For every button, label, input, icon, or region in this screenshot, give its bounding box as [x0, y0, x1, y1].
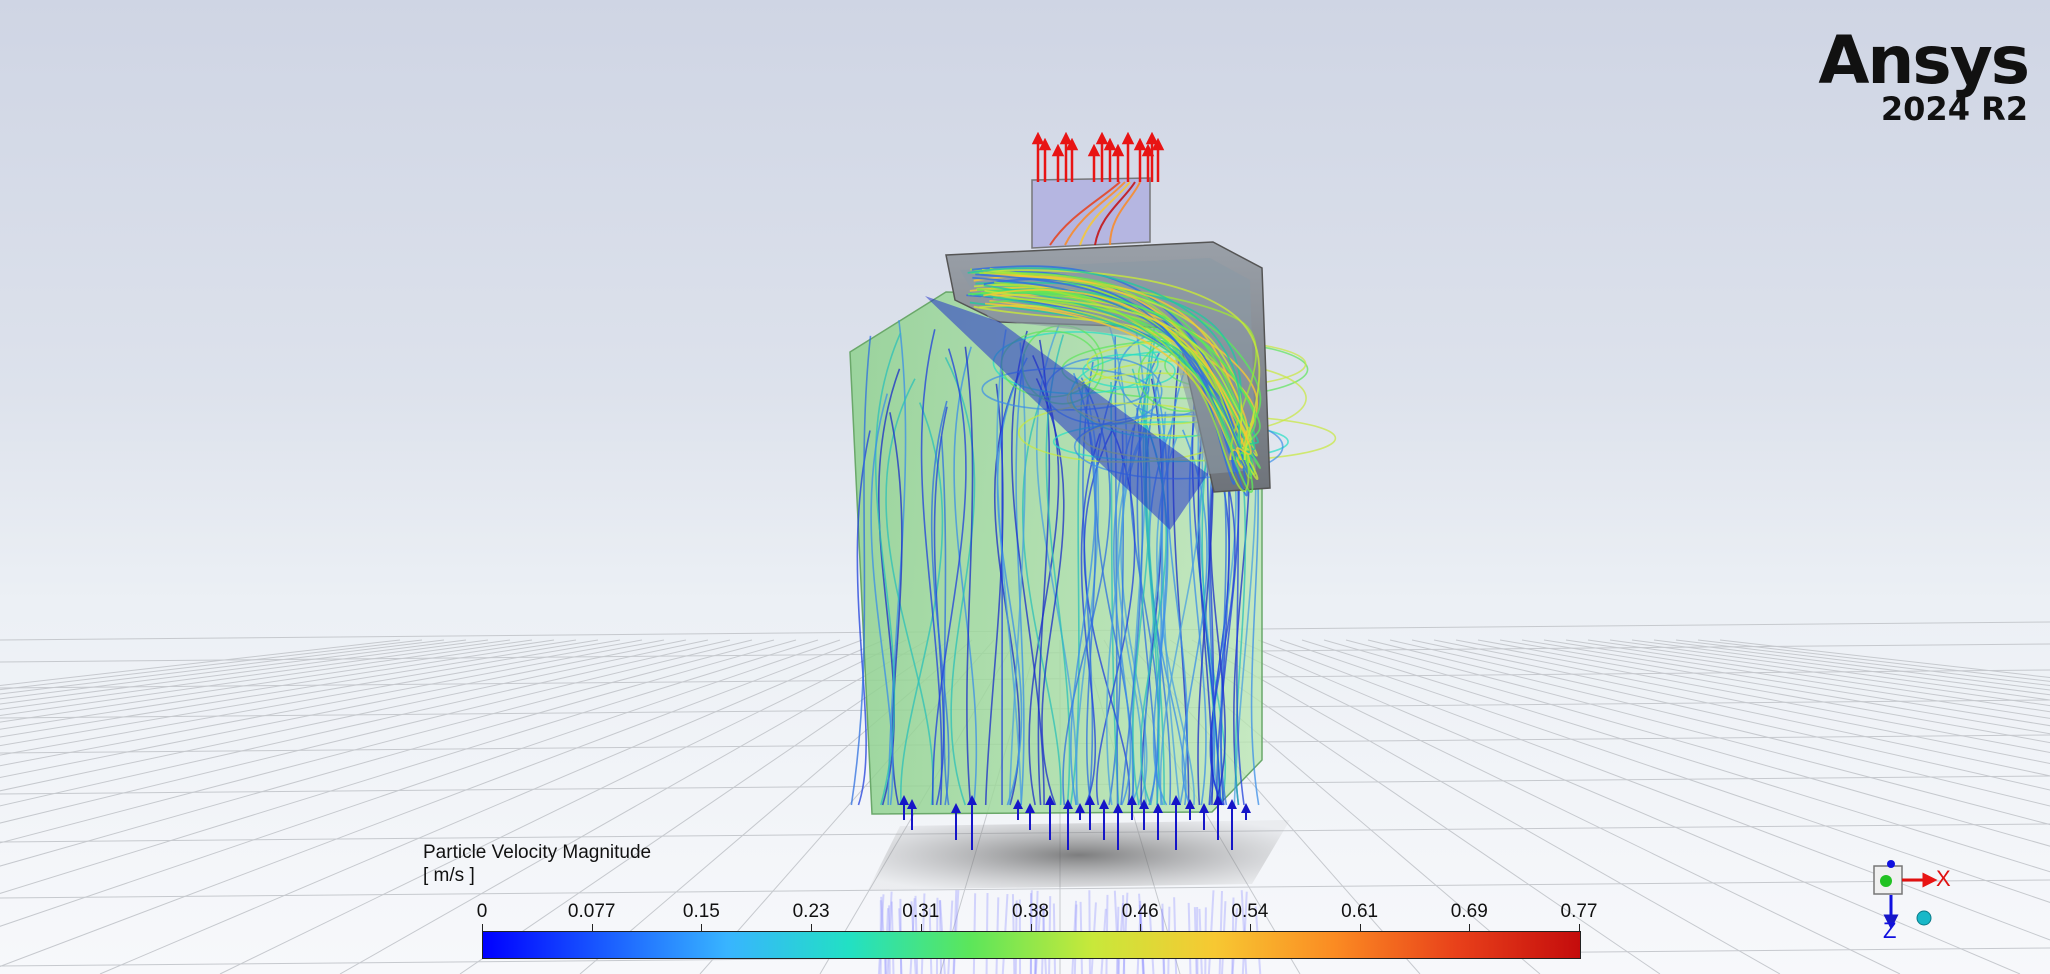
- legend-title: Particle Velocity Magnitude: [423, 842, 652, 863]
- legend-tick-label: 0.77: [1560, 901, 1598, 922]
- legend-tick-label: 0.69: [1450, 901, 1488, 922]
- legend-tick-label: 0.54: [1231, 901, 1269, 922]
- legend-tick-label: 0.077: [567, 901, 616, 922]
- outlet-velocity-arrows: [1031, 131, 1165, 182]
- legend-tick-label: 0.15: [682, 901, 720, 922]
- ansys-wordmark: Ansys: [1818, 22, 2030, 99]
- legend-tick-label: 0.23: [792, 901, 830, 922]
- legend-tick-label: 0.61: [1341, 901, 1379, 922]
- legend-unit: [ m/s ]: [423, 865, 475, 886]
- z-axis-label: Z: [1883, 918, 1897, 943]
- legend-tick-label: 0.31: [902, 901, 940, 922]
- model-shadow: [868, 820, 1290, 890]
- 3d-viewport[interactable]: [0, 0, 2050, 974]
- ansys-logo: Ansys 2024 R2: [1818, 22, 2030, 127]
- x-axis-label: X: [1936, 866, 1951, 891]
- color-bar: [482, 931, 1581, 959]
- legend-tick-label: 0: [476, 901, 488, 922]
- legend-tick-label: 0.38: [1012, 901, 1049, 922]
- legend-tick-label: 0.46: [1121, 901, 1159, 922]
